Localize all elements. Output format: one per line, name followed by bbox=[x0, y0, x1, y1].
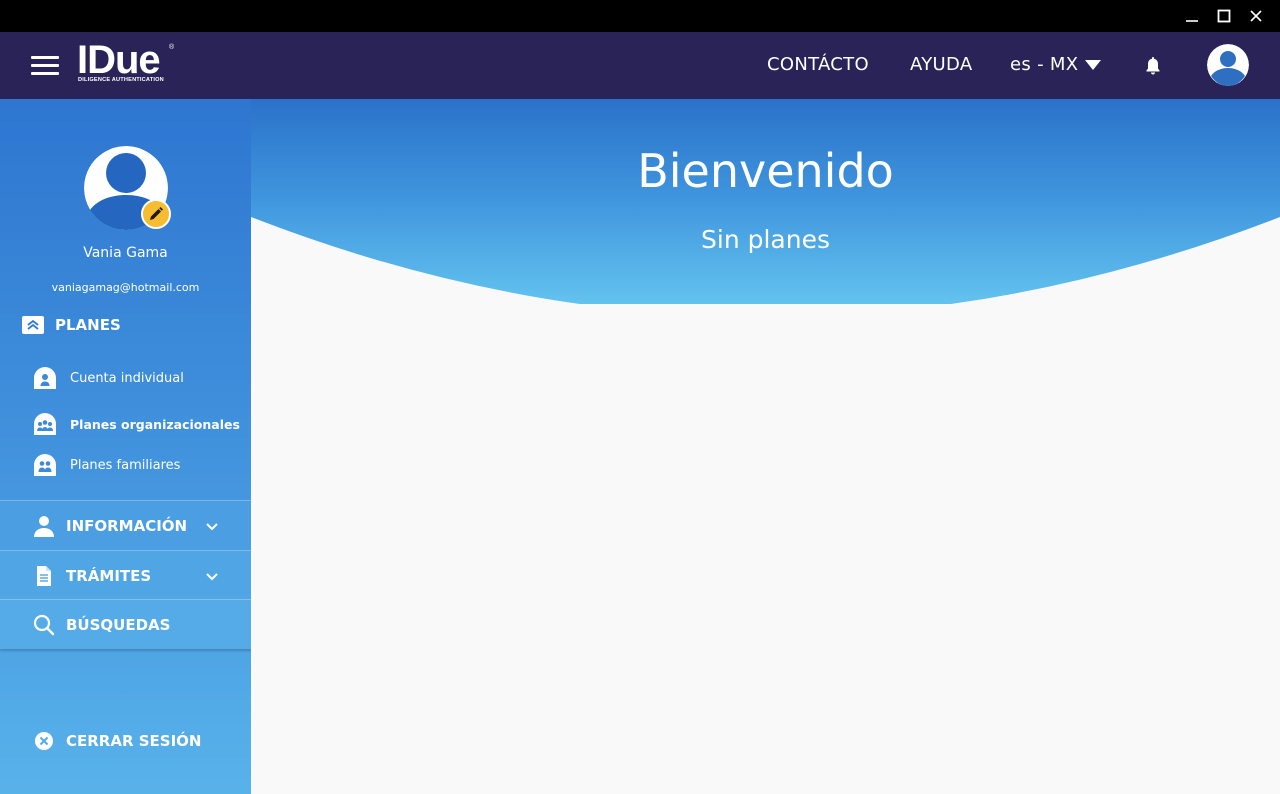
logo-text: IDue bbox=[77, 38, 161, 82]
logout-label: CERRAR SESIÓN bbox=[66, 732, 202, 750]
sidebar-item-informacion[interactable]: INFORMACIÓN bbox=[0, 500, 251, 550]
search-icon bbox=[33, 614, 55, 635]
collapse-section-icon bbox=[22, 316, 44, 334]
bell-icon bbox=[1146, 57, 1160, 75]
logout-button[interactable]: CERRAR SESIÓN bbox=[34, 731, 201, 751]
sidebar-item-label: INFORMACIÓN bbox=[66, 516, 188, 535]
close-circle-icon bbox=[35, 732, 53, 750]
family-plans-icon bbox=[34, 454, 56, 476]
sidebar-item-label: Planes familiares bbox=[70, 457, 181, 473]
sidebar-item-busquedas[interactable]: BÚSQUEDAS bbox=[0, 599, 251, 649]
user-name: Vania Gama bbox=[83, 245, 168, 261]
language-label: es - MX bbox=[1010, 54, 1079, 75]
language-selector[interactable]: es - MX bbox=[1010, 52, 1102, 78]
sidebar-section-planes-label: PLANES bbox=[55, 316, 121, 334]
person-icon bbox=[34, 515, 54, 537]
window-titlebar bbox=[0, 0, 1280, 32]
page-title: Bienvenido bbox=[637, 144, 894, 198]
individual-account-icon bbox=[34, 367, 56, 389]
edit-profile-button[interactable] bbox=[141, 199, 171, 229]
organization-plans-icon bbox=[34, 413, 56, 435]
logo-registered-mark: ® bbox=[169, 44, 175, 51]
nav-contacto-link[interactable]: CONTÁCTO bbox=[767, 52, 869, 78]
pencil-icon bbox=[150, 207, 163, 220]
notifications-button[interactable] bbox=[1141, 54, 1165, 78]
profile-avatar[interactable] bbox=[84, 146, 171, 230]
page-subtitle: Sin planes bbox=[701, 225, 830, 254]
user-avatar-icon bbox=[1207, 44, 1249, 86]
minimize-icon bbox=[1186, 20, 1198, 22]
sidebar-item-cuenta-individual[interactable]: Cuenta individual bbox=[34, 367, 184, 389]
header-avatar[interactable] bbox=[1207, 44, 1249, 86]
sidebar-item-label: Cuenta individual bbox=[70, 370, 184, 386]
menu-toggle-button[interactable] bbox=[28, 53, 62, 79]
logo-subtitle: DILIGENCE AUTHENTICATION bbox=[78, 77, 164, 83]
sidebar-section-planes[interactable]: PLANES bbox=[22, 316, 121, 334]
chevron-down-icon bbox=[206, 572, 218, 580]
sidebar-item-label: TRÁMITES bbox=[66, 566, 152, 585]
sidebar-item-label: Planes organizacionales bbox=[70, 416, 240, 432]
sidebar-item-planes-organizacionales[interactable]: Planes organizacionales bbox=[34, 413, 240, 435]
maximize-button[interactable] bbox=[1208, 0, 1240, 32]
sidebar-item-tramites[interactable]: TRÁMITES bbox=[0, 550, 251, 600]
main-content: Bienvenido Sin planes bbox=[251, 99, 1280, 794]
maximize-icon bbox=[1217, 9, 1231, 23]
sidebar-item-planes-familiares[interactable]: Planes familiares bbox=[34, 454, 180, 476]
user-email: vaniagamag@hotmail.com bbox=[51, 281, 200, 294]
close-button[interactable] bbox=[1240, 0, 1272, 32]
caret-down-icon bbox=[1085, 60, 1102, 70]
app-logo: IDue ® DILIGENCE AUTHENTICATION bbox=[77, 38, 187, 88]
document-icon bbox=[37, 565, 51, 586]
nav-ayuda-link[interactable]: AYUDA bbox=[910, 52, 972, 78]
sidebar-item-label: BÚSQUEDAS bbox=[66, 615, 171, 634]
welcome-banner bbox=[251, 99, 1280, 304]
app-header: IDue ® DILIGENCE AUTHENTICATION CONTÁCTO… bbox=[0, 32, 1280, 99]
chevron-down-icon bbox=[206, 522, 218, 530]
sidebar: Vania Gama vaniagamag@hotmail.com PLANES… bbox=[0, 99, 251, 794]
minimize-button[interactable] bbox=[1176, 0, 1208, 32]
close-icon bbox=[1250, 10, 1262, 22]
